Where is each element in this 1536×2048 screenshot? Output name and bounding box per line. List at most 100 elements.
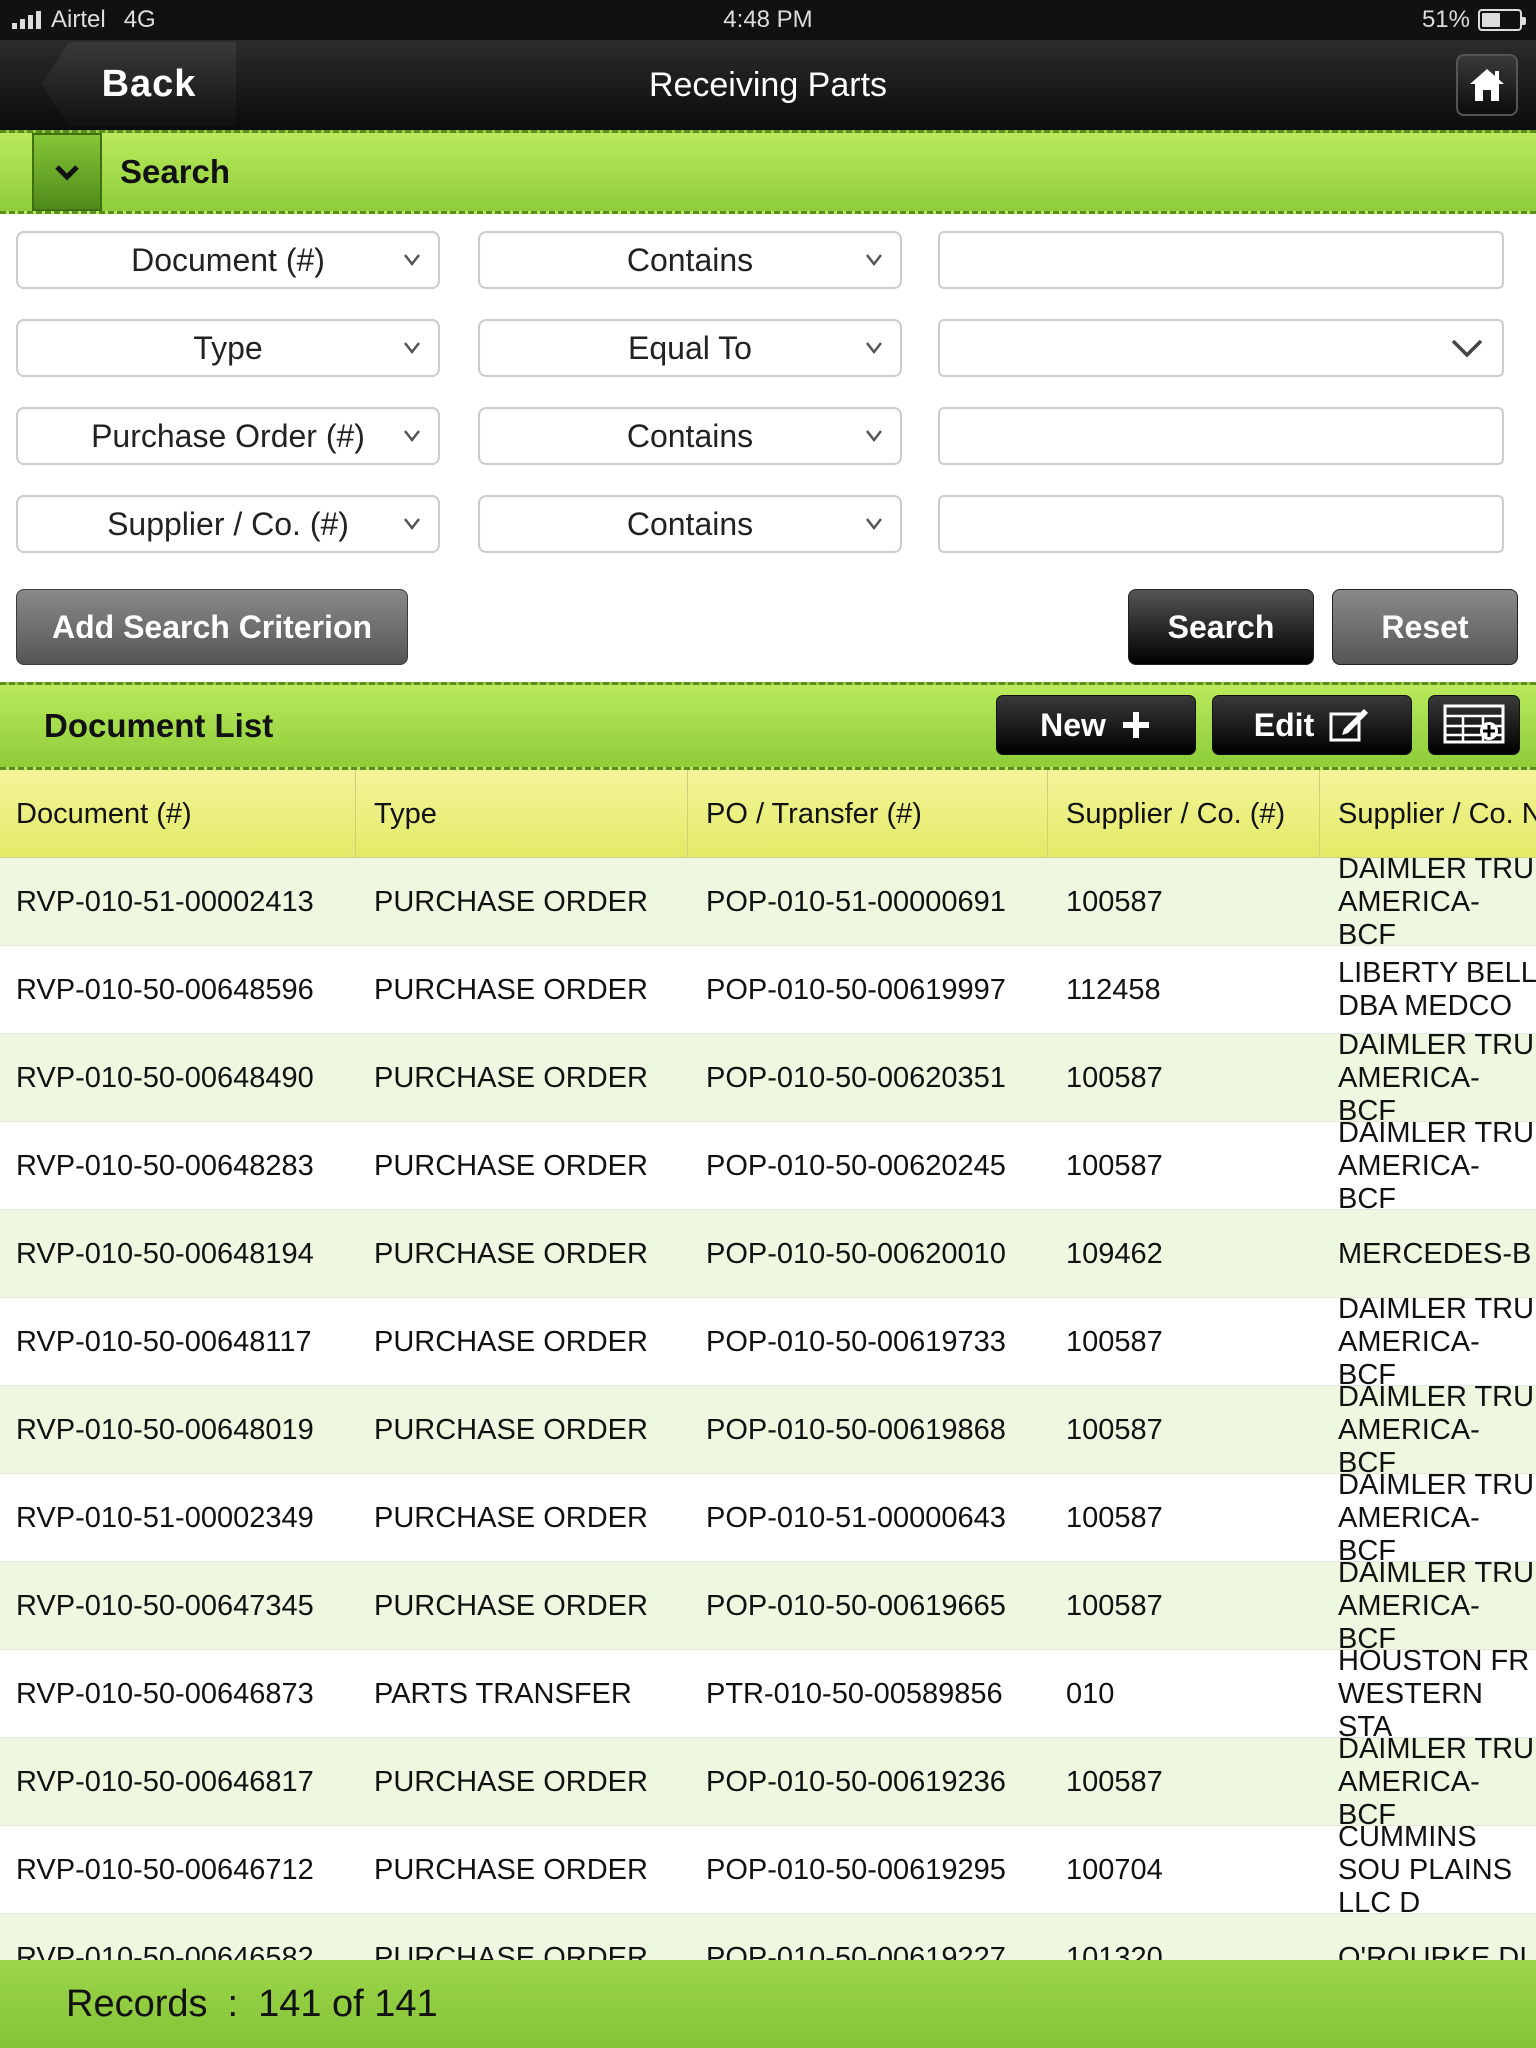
cell-supplier-number: 100587 bbox=[1066, 1501, 1163, 1534]
table-row[interactable]: RVP-010-51-00002413 PURCHASE ORDER POP-010… bbox=[0, 858, 1536, 946]
table-row[interactable]: RVP-010-50-00648596 PURCHASE ORDER POP-010… bbox=[0, 946, 1536, 1034]
criterion-field-select-3[interactable]: Purchase Order (#) bbox=[16, 407, 440, 465]
add-search-criterion-button[interactable]: Add Search Criterion bbox=[16, 589, 408, 665]
back-button[interactable]: Back bbox=[42, 42, 236, 126]
column-header-supplier-number[interactable]: Supplier / Co. (#) bbox=[1048, 770, 1320, 858]
cell-po-transfer: POP-010-50-00619236 bbox=[706, 1765, 1006, 1798]
criterion-value-input-3[interactable] bbox=[938, 407, 1504, 465]
records-count: 141 of 141 bbox=[258, 1982, 438, 2025]
chevron-down-icon bbox=[55, 165, 79, 181]
criterion-value-dropdown-2[interactable] bbox=[938, 319, 1504, 377]
home-button[interactable] bbox=[1456, 54, 1518, 116]
table-row[interactable]: RVP-010-50-00648283 PURCHASE ORDER POP-010… bbox=[0, 1122, 1536, 1210]
table-row[interactable]: RVP-010-50-00648117 PURCHASE ORDER POP-010… bbox=[0, 1298, 1536, 1386]
cell-supplier-name: HOUSTON FR WESTERN STA bbox=[1338, 1650, 1530, 1738]
table-row[interactable]: RVP-010-50-00647345 PURCHASE ORDER POP-010… bbox=[0, 1562, 1536, 1650]
table-row[interactable]: RVP-010-50-00648194 PURCHASE ORDER POP-010… bbox=[0, 1210, 1536, 1298]
chevron-down-icon bbox=[404, 342, 420, 355]
cell-supplier-name: DAIMLER TRU AMERICA-BCF bbox=[1338, 1034, 1535, 1122]
table-row[interactable]: RVP-010-50-00648490 PURCHASE ORDER POP-010… bbox=[0, 1034, 1536, 1122]
cell-supplier-name: MERCEDES-B bbox=[1338, 1237, 1532, 1270]
column-header-document[interactable]: Document (#) bbox=[0, 770, 356, 858]
cell-type: PURCHASE ORDER bbox=[374, 1765, 648, 1798]
column-header-type[interactable]: Type bbox=[356, 770, 688, 858]
cell-type: PURCHASE ORDER bbox=[374, 1413, 648, 1446]
cell-type: PURCHASE ORDER bbox=[374, 1501, 648, 1534]
table-row[interactable]: RVP-010-50-00646817 PURCHASE ORDER POP-010… bbox=[0, 1738, 1536, 1826]
edit-button-label: Edit bbox=[1253, 706, 1315, 743]
column-header-po-transfer[interactable]: PO / Transfer (#) bbox=[688, 770, 1048, 858]
cell-po-transfer: POP-010-51-00000643 bbox=[706, 1501, 1006, 1534]
document-table-body: RVP-010-51-00002413 PURCHASE ORDER POP-010… bbox=[0, 858, 1536, 1960]
cell-document: RVP-010-50-00648283 bbox=[16, 1149, 314, 1182]
table-header: Document (#) Type PO / Transfer (#) Supp… bbox=[0, 770, 1536, 858]
criterion-operator-select-2[interactable]: Equal To bbox=[478, 319, 902, 377]
cell-document: RVP-010-50-00648117 bbox=[16, 1325, 312, 1358]
cell-supplier-name: CUMMINS SOU PLAINS LLC D bbox=[1338, 1826, 1513, 1914]
cell-po-transfer: POP-010-50-00619665 bbox=[706, 1589, 1006, 1622]
cell-document: RVP-010-51-00002349 bbox=[16, 1501, 314, 1534]
cell-supplier-number: 100587 bbox=[1066, 1061, 1163, 1094]
table-row[interactable]: RVP-010-50-00646712 PURCHASE ORDER POP-010… bbox=[0, 1826, 1536, 1914]
table-row[interactable]: RVP-010-50-00646873 PARTS TRANSFER PTR-010… bbox=[0, 1650, 1536, 1738]
receiving-parts-screen: { "status_bar": {"carrier": "Airtel", "n… bbox=[0, 0, 1536, 2048]
table-row[interactable]: RVP-010-50-00648019 PURCHASE ORDER POP-010… bbox=[0, 1386, 1536, 1474]
plus-icon bbox=[1122, 712, 1149, 738]
criterion-value-input-1[interactable] bbox=[938, 231, 1504, 289]
new-button[interactable]: New bbox=[996, 695, 1196, 755]
reset-button[interactable]: Reset bbox=[1332, 589, 1518, 665]
cell-document: RVP-010-50-00646873 bbox=[16, 1677, 314, 1710]
cell-po-transfer: POP-010-50-00619733 bbox=[706, 1325, 1006, 1358]
criterion-field-select-4[interactable]: Supplier / Co. (#) bbox=[16, 495, 440, 553]
cell-supplier-number: 100587 bbox=[1066, 1589, 1163, 1622]
search-section-header: Search bbox=[0, 130, 1536, 214]
cell-type: PURCHASE ORDER bbox=[374, 1237, 648, 1270]
cell-supplier-name: DAIMLER TRU AMERICA-BCF bbox=[1338, 1298, 1535, 1386]
table-row[interactable]: RVP-010-50-00646582 PURCHASE ORDER POP-010… bbox=[0, 1914, 1536, 1960]
criterion-operator-select-4[interactable]: Contains bbox=[478, 495, 902, 553]
cell-supplier-name: DAIMLER TRU AMERICA-BCF bbox=[1338, 1562, 1535, 1650]
chevron-down-icon bbox=[866, 430, 882, 443]
criterion-operator-select-3[interactable]: Contains bbox=[478, 407, 902, 465]
edit-button[interactable]: Edit bbox=[1212, 695, 1412, 755]
cell-supplier-number: 100587 bbox=[1066, 885, 1163, 918]
cell-type: PURCHASE ORDER bbox=[374, 1941, 648, 1961]
cell-supplier-number: 100587 bbox=[1066, 1765, 1163, 1798]
cell-document: RVP-010-50-00648019 bbox=[16, 1413, 314, 1446]
table-settings-icon bbox=[1443, 704, 1505, 744]
chevron-down-icon bbox=[1451, 339, 1483, 358]
cell-document: RVP-010-51-00002413 bbox=[16, 885, 314, 918]
status-bar: Airtel 4G 4:48 PM 51% bbox=[0, 0, 1536, 40]
cell-po-transfer: POP-010-50-00619997 bbox=[706, 973, 1006, 1006]
battery-icon bbox=[1478, 9, 1526, 31]
cell-supplier-name: LIBERTY BELL DBA MEDCO bbox=[1338, 957, 1536, 1022]
cell-po-transfer: POP-010-50-00620245 bbox=[706, 1149, 1006, 1182]
records-footer: Records : 141 of 141 bbox=[0, 1960, 1536, 2048]
cell-document: RVP-010-50-00646582 bbox=[16, 1941, 314, 1961]
cell-type: PARTS TRANSFER bbox=[374, 1677, 632, 1710]
search-title: Search bbox=[120, 153, 231, 190]
cell-supplier-number: 112458 bbox=[1066, 973, 1161, 1006]
cell-supplier-name: O'ROURKE DI bbox=[1338, 1941, 1528, 1961]
collapse-search-button[interactable] bbox=[32, 133, 102, 211]
status-right: 51% bbox=[1422, 6, 1526, 34]
column-settings-button[interactable] bbox=[1428, 695, 1520, 755]
cell-type: PURCHASE ORDER bbox=[374, 1325, 648, 1358]
criterion-field-select-1[interactable]: Document (#) bbox=[16, 231, 440, 289]
cell-type: PURCHASE ORDER bbox=[374, 1853, 648, 1886]
chevron-down-icon bbox=[404, 518, 420, 531]
criterion-value-input-4[interactable] bbox=[938, 495, 1504, 553]
column-header-supplier-name[interactable]: Supplier / Co. N bbox=[1320, 770, 1536, 858]
criterion-operator-select-1[interactable]: Contains bbox=[478, 231, 902, 289]
criterion-field-value: Supplier / Co. (#) bbox=[107, 505, 349, 542]
cell-type: PURCHASE ORDER bbox=[374, 973, 648, 1006]
cell-po-transfer: POP-010-50-00620010 bbox=[706, 1237, 1006, 1270]
cell-type: PURCHASE ORDER bbox=[374, 885, 648, 918]
cell-po-transfer: PTR-010-50-00589856 bbox=[706, 1677, 1003, 1710]
cell-po-transfer: POP-010-50-00619295 bbox=[706, 1853, 1006, 1886]
search-button[interactable]: Search bbox=[1128, 589, 1314, 665]
cell-document: RVP-010-50-00646817 bbox=[16, 1765, 314, 1798]
cell-document: RVP-010-50-00648596 bbox=[16, 973, 314, 1006]
criterion-field-select-2[interactable]: Type bbox=[16, 319, 440, 377]
table-row[interactable]: RVP-010-51-00002349 PURCHASE ORDER POP-010… bbox=[0, 1474, 1536, 1562]
